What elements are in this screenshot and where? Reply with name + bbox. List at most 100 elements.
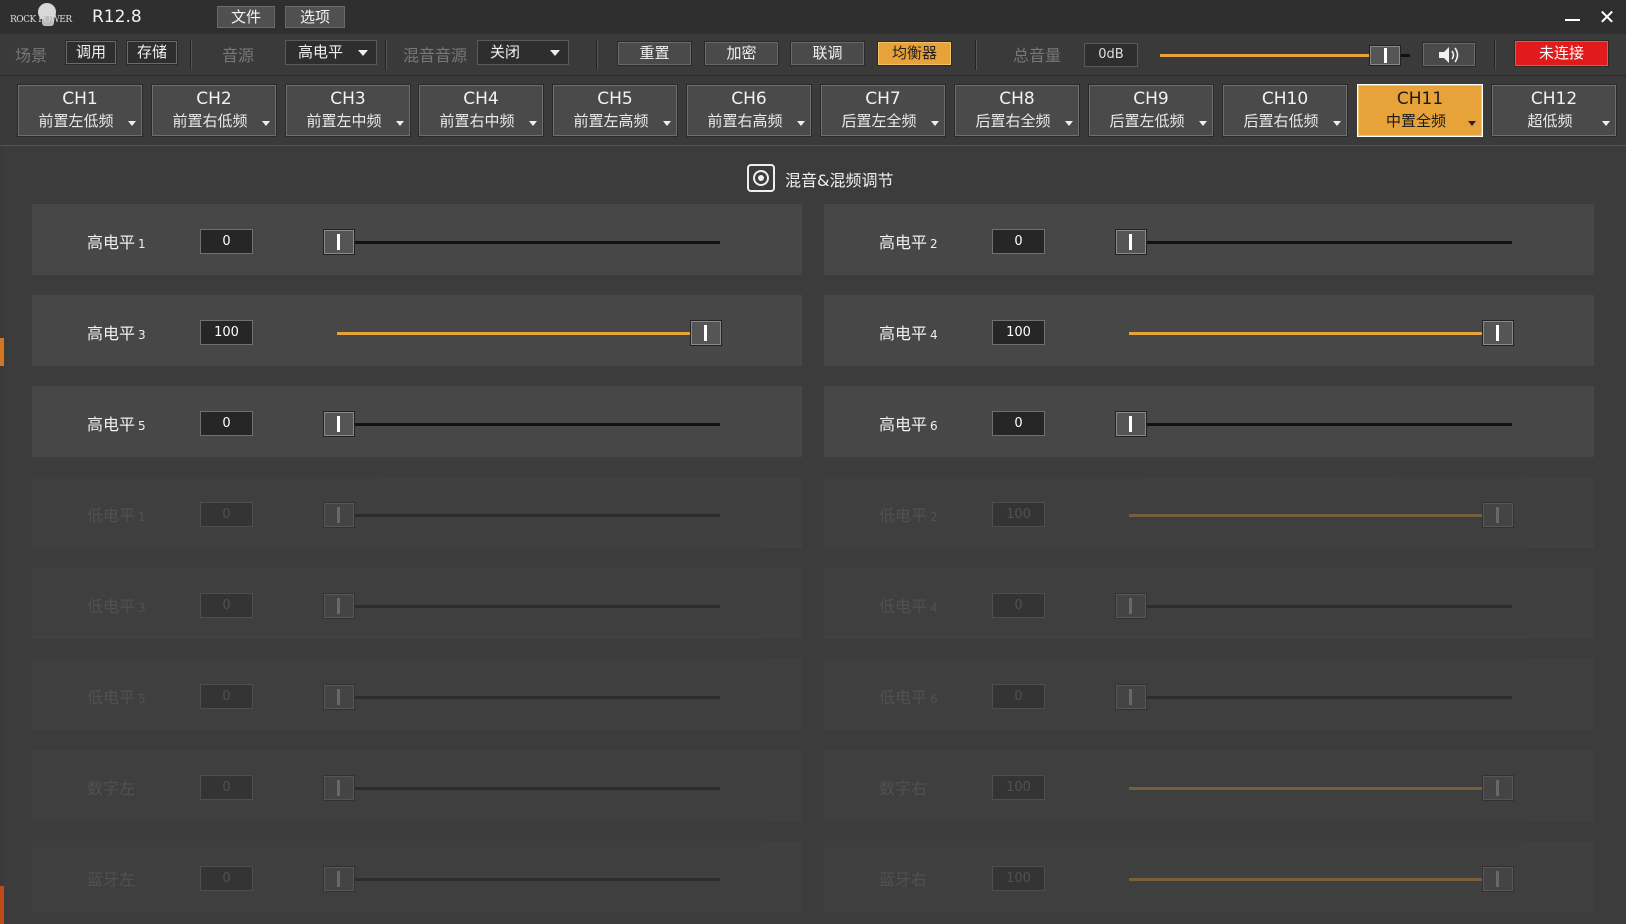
mix-level-track	[337, 696, 720, 699]
mix-level-input[interactable]: 100	[200, 320, 253, 345]
channel-tab-ch4[interactable]: CH4 前置右中频	[418, 84, 544, 137]
chevron-down-icon	[550, 50, 560, 56]
mix-level-track	[1129, 878, 1512, 881]
channel-tab-ch5[interactable]: CH5 前置左高频	[552, 84, 678, 137]
master-volume-thumb[interactable]	[1369, 45, 1401, 66]
mix-level-input: 0	[200, 502, 253, 527]
mix-level-track[interactable]	[1129, 241, 1512, 244]
mix-input-number: 3	[138, 328, 146, 342]
mix-level-fill	[1129, 332, 1496, 335]
background-window-edge	[0, 886, 4, 924]
chevron-down-icon	[797, 121, 805, 126]
equalizer-button[interactable]: 均衡器	[877, 41, 952, 66]
mix-level-input[interactable]: 0	[992, 411, 1045, 436]
mix-level-fill	[1129, 514, 1496, 517]
mix-level-thumb	[1482, 775, 1514, 801]
chevron-down-icon	[1065, 121, 1073, 126]
mix-input-number: 5	[138, 419, 146, 433]
mute-button[interactable]	[1422, 42, 1476, 67]
channel-name: CH9	[1133, 89, 1169, 109]
mix-input-label: 低电平 5	[87, 684, 146, 708]
mix-input-label: 低电平 2	[879, 502, 938, 526]
mix-level-thumb[interactable]	[690, 320, 722, 346]
mix-level-track	[1129, 605, 1512, 608]
mix-level-thumb[interactable]	[1115, 229, 1147, 255]
mix-level-track[interactable]	[337, 423, 720, 426]
mix-level-track[interactable]	[337, 332, 720, 335]
reset-button[interactable]: 重置	[617, 41, 692, 66]
channel-tab-ch6[interactable]: CH6 前置右高频	[686, 84, 812, 137]
mix-input-name: 高电平	[87, 324, 136, 343]
mix-level-input: 0	[992, 684, 1045, 709]
recall-button[interactable]: 调用	[65, 40, 117, 65]
encrypt-button[interactable]: 加密	[704, 41, 779, 66]
mix-level-input[interactable]: 0	[992, 229, 1045, 254]
mix-level-track[interactable]	[1129, 423, 1512, 426]
minimize-button[interactable]	[1559, 4, 1585, 30]
close-button[interactable]: ✕	[1594, 4, 1620, 30]
mix-input-name: 低电平	[87, 597, 136, 616]
channel-tab-ch3[interactable]: CH3 前置左中频	[285, 84, 411, 137]
mix-input-label: 蓝牙右	[879, 866, 930, 890]
mix-level-track	[337, 878, 720, 881]
source-select-value: 高电平	[298, 43, 344, 61]
mix-level-track	[337, 514, 720, 517]
menu-options[interactable]: 选项	[285, 6, 345, 28]
mix-level-thumb[interactable]	[323, 229, 355, 255]
chevron-down-icon	[1199, 121, 1207, 126]
source-select[interactable]: 高电平	[285, 40, 377, 65]
mix-level-track	[337, 787, 720, 790]
mix-input-number: 4	[930, 328, 938, 342]
mix-row: 高电平 6 0	[824, 386, 1594, 457]
channel-tab-ch9[interactable]: CH9 后置左低频	[1088, 84, 1214, 137]
channel-tab-ch1[interactable]: CH1 前置左低频	[17, 84, 143, 137]
mix-level-thumb	[323, 684, 355, 710]
channel-role: 前置右高频	[707, 112, 783, 130]
mix-row: 低电平 2 100	[824, 477, 1594, 548]
store-button[interactable]: 存储	[126, 40, 178, 65]
chevron-down-icon	[1468, 121, 1476, 126]
channel-role: 后置右全频	[975, 112, 1051, 130]
channel-tab-ch8[interactable]: CH8 后置右全频	[954, 84, 1080, 137]
mix-input-label: 低电平 1	[87, 502, 146, 526]
menu-file[interactable]: 文件	[217, 6, 275, 28]
connection-status-button[interactable]: 未连接	[1514, 40, 1609, 67]
mix-level-thumb[interactable]	[323, 411, 355, 437]
mix-input-number: 2	[930, 237, 938, 251]
channel-name: CH3	[330, 89, 366, 109]
mix-input-name: 数字左	[87, 779, 136, 798]
channel-name: CH1	[62, 89, 98, 109]
channel-name: CH6	[731, 89, 767, 109]
mix-level-thumb[interactable]	[1482, 320, 1514, 346]
mix-level-track[interactable]	[337, 241, 720, 244]
mix-row: 低电平 5 0	[32, 659, 802, 730]
channel-tab-ch7[interactable]: CH7 后置左全频	[820, 84, 946, 137]
scene-label: 场景	[15, 46, 48, 65]
mix-level-track[interactable]	[1129, 332, 1512, 335]
channel-tab-ch10[interactable]: CH10 后置右低频	[1222, 84, 1348, 137]
mix-level-track	[1129, 696, 1512, 699]
master-volume-fill	[1160, 54, 1373, 57]
mix-row: 低电平 4 0	[824, 568, 1594, 639]
link-button[interactable]: 联调	[790, 41, 865, 66]
mix-source-select[interactable]: 关闭	[477, 40, 569, 65]
mix-level-thumb[interactable]	[1115, 411, 1147, 437]
mix-level-input[interactable]: 100	[992, 320, 1045, 345]
channel-tab-ch11[interactable]: CH11 中置全频	[1357, 84, 1483, 137]
channel-name: CH8	[999, 89, 1035, 109]
channel-name: CH12	[1530, 89, 1578, 109]
channel-tab-ch12[interactable]: CH12 超低频	[1491, 84, 1617, 137]
mix-level-thumb	[323, 775, 355, 801]
mix-row: 低电平 3 0	[32, 568, 802, 639]
mix-source-label: 混音音源	[403, 46, 468, 65]
chevron-down-icon	[529, 121, 537, 126]
mix-input-label: 低电平 3	[87, 593, 146, 617]
chevron-down-icon	[1333, 121, 1341, 126]
mix-level-thumb	[1115, 593, 1147, 619]
channel-name: CH5	[597, 89, 633, 109]
mix-level-input[interactable]: 0	[200, 229, 253, 254]
mix-level-fill	[1129, 787, 1496, 790]
mix-input-number: 4	[930, 601, 938, 615]
channel-tab-ch2[interactable]: CH2 前置右低频	[151, 84, 277, 137]
mix-level-input[interactable]: 0	[200, 411, 253, 436]
